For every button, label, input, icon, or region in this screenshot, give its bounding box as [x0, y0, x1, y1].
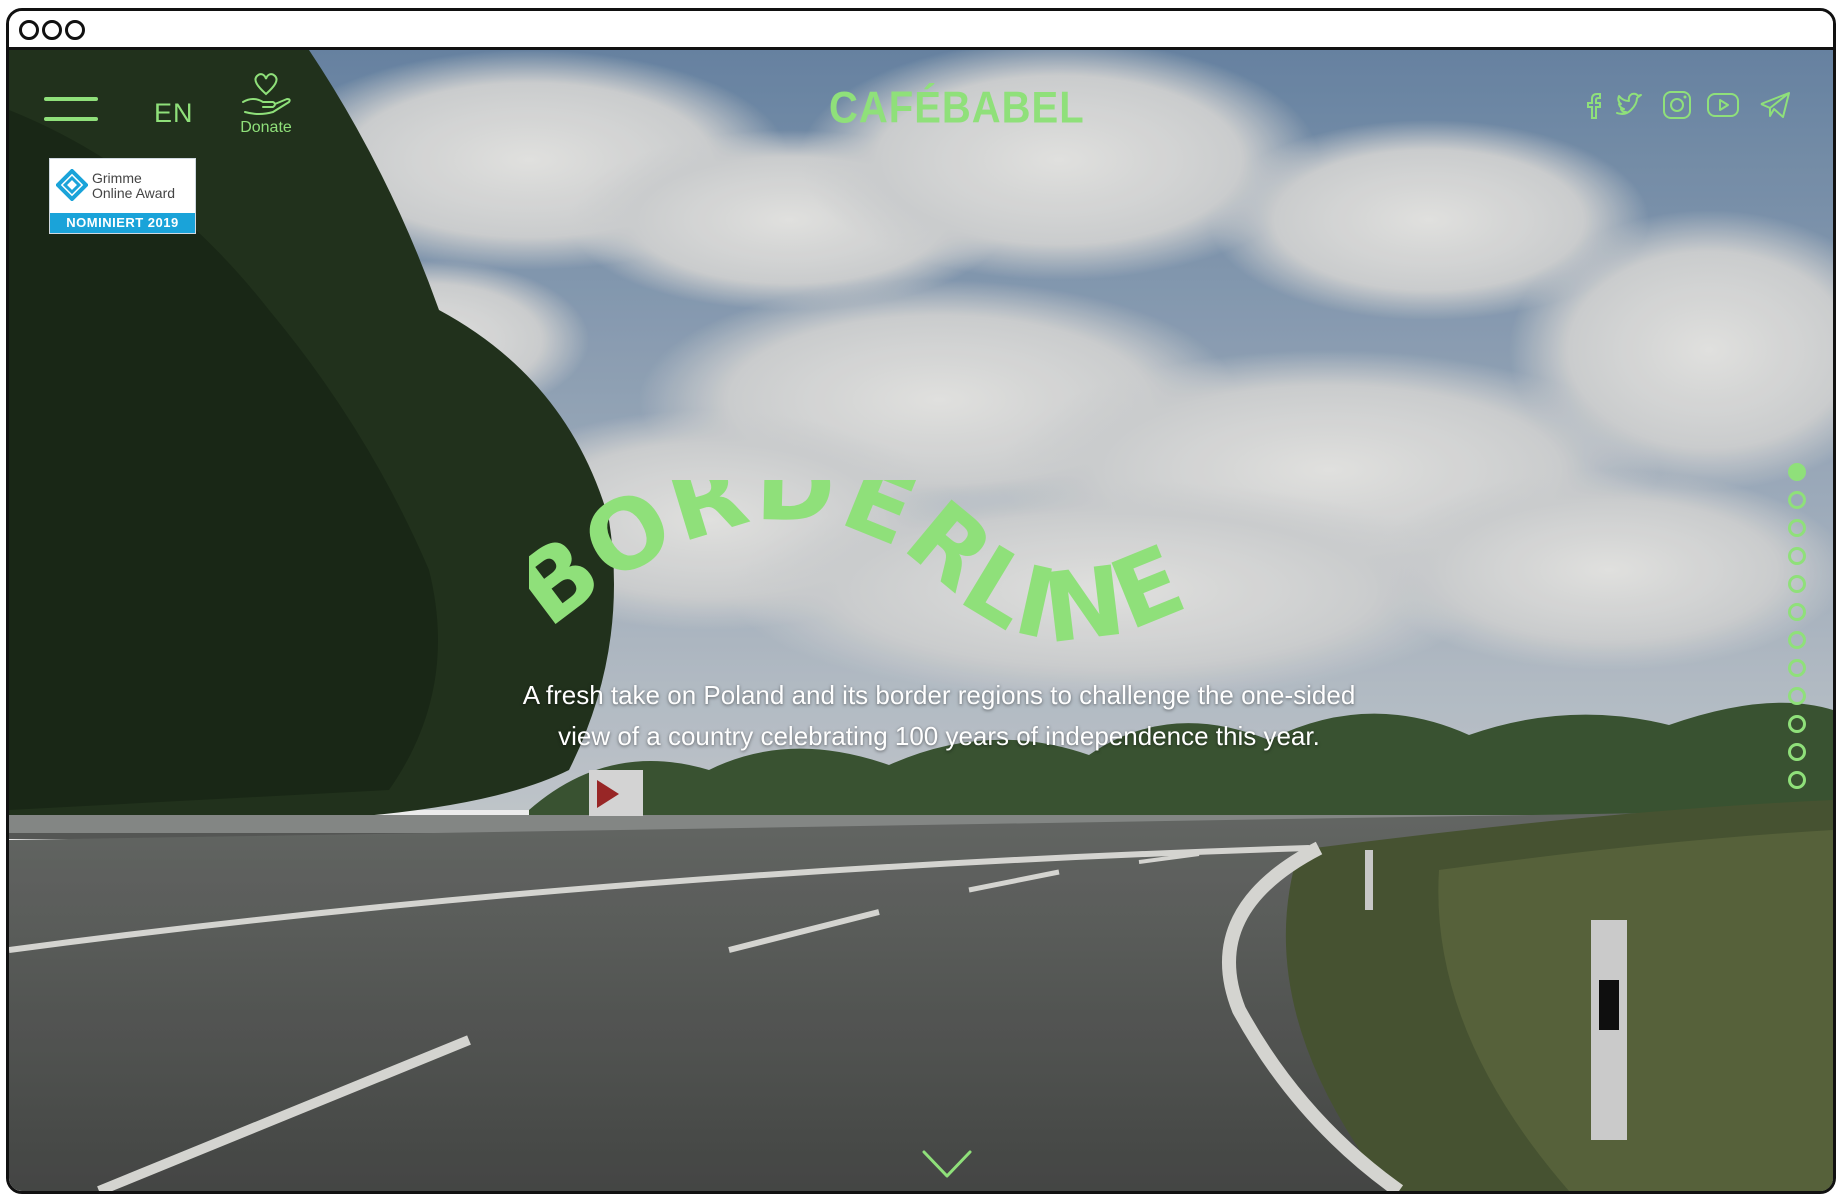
- badge-nominee-label: NOMINIERT 2019: [50, 213, 195, 233]
- section-nav-dot[interactable]: [1788, 463, 1806, 481]
- section-nav-dot[interactable]: [1788, 659, 1806, 677]
- hamburger-menu-button[interactable]: [44, 97, 98, 123]
- section-nav-dot[interactable]: [1788, 547, 1806, 565]
- language-switcher[interactable]: EN: [154, 98, 194, 129]
- hero-tagline-line-2: view of a country celebrating 100 years …: [558, 721, 1320, 751]
- badge-line-2: Online Award: [92, 185, 176, 201]
- donate-label: Donate: [240, 119, 292, 136]
- section-nav-dot[interactable]: [1788, 687, 1806, 705]
- instagram-icon[interactable]: [1660, 88, 1694, 122]
- browser-titlebar: [9, 11, 1833, 50]
- hero-section: EN Donate Grimme Online Award NOMINIERT …: [9, 50, 1833, 1191]
- facebook-icon[interactable]: [1577, 88, 1611, 122]
- hero-tagline: A fresh take on Poland and its border re…: [479, 675, 1399, 757]
- svg-text:BORDERLINE: BORDERLINE: [529, 480, 1201, 650]
- badge-text: Grimme Online Award: [92, 171, 175, 201]
- youtube-icon[interactable]: [1706, 88, 1740, 122]
- grimme-logo-icon: [56, 169, 88, 201]
- browser-window: EN Donate Grimme Online Award NOMINIERT …: [6, 8, 1836, 1194]
- twitter-icon[interactable]: [1613, 88, 1647, 122]
- badge-line-1: Grimme: [92, 170, 142, 186]
- grimme-award-badge[interactable]: Grimme Online Award NOMINIERT 2019: [49, 158, 196, 234]
- section-nav-dot[interactable]: [1788, 743, 1806, 761]
- section-nav-dot[interactable]: [1788, 575, 1806, 593]
- section-nav-dot[interactable]: [1788, 491, 1806, 509]
- site-logo[interactable]: CAFÉBABEL: [829, 83, 1085, 133]
- heart-hand-icon: [242, 73, 291, 115]
- window-control-dot[interactable]: [65, 20, 85, 40]
- section-nav-dot[interactable]: [1788, 603, 1806, 621]
- chevron-down-icon[interactable]: [921, 1148, 973, 1180]
- donate-button[interactable]: Donate: [233, 72, 299, 137]
- telegram-icon[interactable]: [1758, 88, 1792, 122]
- window-control-dot[interactable]: [19, 20, 39, 40]
- hero-tagline-line-1: A fresh take on Poland and its border re…: [522, 680, 1356, 710]
- window-control-dot[interactable]: [42, 20, 62, 40]
- section-nav-dot[interactable]: [1788, 519, 1806, 537]
- section-nav-dot[interactable]: [1788, 631, 1806, 649]
- section-nav: [1788, 463, 1808, 799]
- section-nav-dot[interactable]: [1788, 771, 1806, 789]
- hero-title: BORDERLINE: [529, 480, 1201, 650]
- section-nav-dot[interactable]: [1788, 715, 1806, 733]
- hero-title-text: BORDERLINE: [529, 480, 1199, 650]
